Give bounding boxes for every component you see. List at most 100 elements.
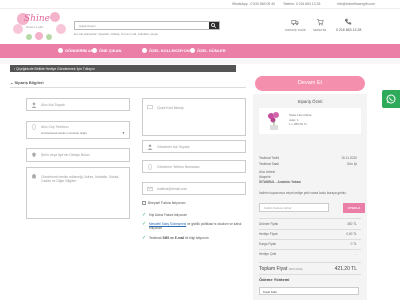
district-placeholder: Şehir veya İlçe'nin Detaylı Bulun — [41, 153, 90, 157]
search-input[interactable]: Çiçek Arayın — [79, 24, 96, 28]
address-placeholder: Gönderimin teslim edileceği, Adres, Maha… — [41, 175, 120, 184]
orchid-product-image — [268, 112, 279, 130]
logo-tagline: flowers & gifts — [26, 25, 44, 29]
product-card: Sitasi Lila Orkide Adet: 1 1 x 280,00 TL — [259, 108, 361, 134]
shipping-price-value: 0 TL — [350, 242, 357, 246]
user-icon — [31, 101, 37, 108]
sender-name-field[interactable]: Gönderen Adı Soyadı — [142, 140, 246, 153]
recipient-name-placeholder: Alıcı Adı Soyadı — [41, 102, 65, 107]
topbar-phone[interactable]: Telefon: 0 216 663 13 28 — [283, 2, 320, 6]
coupon-placeholder: İndirim Kodunu Giriniz — [264, 206, 292, 210]
checkbox[interactable] — [142, 201, 146, 206]
terms-3-prefix: Teslimatı — [149, 236, 163, 240]
search-button[interactable] — [209, 22, 219, 29]
products-price-value: 350 TL — [347, 222, 357, 226]
location-icon — [32, 152, 36, 158]
main-nav: GÖNDERİM ANI ÖNE ÇIKAN ÖZEL KOLLEKSİYON … — [0, 44, 400, 58]
star-icon — [92, 48, 97, 54]
product-name: Sitasi Lila Orkide — [289, 113, 312, 117]
gift-price-label: Hediye Fiyatı — [259, 232, 278, 236]
address-region: İSTANBUL - Anadolu Yakası — [259, 180, 302, 184]
cart-label: SEPETİM — [313, 28, 327, 32]
cart-link[interactable]: SEPETİM — [313, 18, 326, 32]
terms-1-text: Kişi Adına Fatura İstiyorum — [149, 213, 188, 217]
chevron-down-icon: ▼ — [122, 131, 125, 135]
recipient-name-field[interactable]: Alıcı Adı Soyadı — [26, 98, 130, 111]
topbar-whatsapp[interactable]: WhatsApp : 0 530 869 05 40 — [232, 2, 275, 6]
divider — [259, 274, 361, 275]
whatsapp-button[interactable] — [382, 90, 400, 108]
delivery-time-label: Teslimat Saati — [259, 162, 279, 166]
district-field[interactable]: Şehir veya İlçe'nin Detaylı Bulun — [26, 148, 130, 162]
address-textarea[interactable]: Gönderimin teslim edileceği, Adres, Maha… — [26, 167, 130, 219]
envelope-icon — [147, 186, 153, 191]
divider — [259, 229, 361, 230]
nav-item-one-cikan[interactable]: ÖNE ÇIKAN — [92, 48, 122, 54]
nav-item-ozel-koleksiyon[interactable]: ÖZEL KOLLEKSİYON — [142, 48, 190, 54]
payment-method-select[interactable]: Kredi Kartı — [259, 287, 359, 295]
continue-button[interactable]: Devam Et — [255, 76, 365, 91]
topbar-email[interactable]: info@shineflowergift.com — [337, 2, 375, 6]
nav-label: ÖNE ÇIKAN — [99, 48, 122, 53]
order-tracking-link[interactable]: SİPARİŞ TAKİP — [285, 18, 306, 32]
site-logo[interactable]: Shine flowers & gifts — [11, 9, 67, 42]
clock-icon — [58, 48, 63, 54]
total-value: 421.20 TL — [334, 266, 357, 272]
whatsapp-icon — [386, 94, 396, 104]
search-box[interactable]: Çiçek Arayın — [74, 21, 220, 30]
shipping-price-label: Kargo Fiyatı — [259, 242, 277, 246]
delivery-time-value: Gün İçi — [346, 162, 357, 166]
divider — [259, 249, 361, 250]
address-city: Ataşehir — [259, 175, 271, 179]
top-bar: WhatsApp : 0 530 869 05 40 Telefon: 0 21… — [0, 0, 400, 9]
section-title: ⌄ Sipariş Bilgileri — [10, 80, 246, 88]
nav-label: GÖNDERİM ANI — [65, 48, 95, 53]
terms-item-1: ✓ Kişi Adına Fatura İstiyorum — [142, 212, 252, 218]
price-row: Hediye Fiyatı 0,00 TL — [259, 232, 361, 236]
check-icon: ✓ — [142, 212, 147, 218]
invoice-label: Bireysel Fatura İstiyorum — [148, 201, 186, 205]
payment-title: Ödeme Yöntemi — [259, 277, 290, 282]
sender-email-field[interactable]: mailiniz@email.com — [142, 182, 246, 195]
product-price: 1 x 280,00 TL — [289, 122, 308, 126]
check-icon: ✓ — [142, 221, 147, 227]
divider — [259, 218, 361, 219]
gift-icon — [142, 48, 147, 54]
phone-icon — [344, 18, 352, 27]
header-phone[interactable]: 0 216 663 13 28 — [336, 28, 361, 32]
price-row: Hediye Çeki - — [259, 252, 361, 256]
search-hint: En çok arananlar: Çiçekler, Orkide, Kırm… — [74, 32, 158, 36]
total-label: Toplam Fiyat — [259, 266, 288, 272]
search-icon — [211, 23, 216, 28]
gift-price-value: 0,00 TL — [346, 232, 357, 236]
delivery-date-label: Teslimat Tarihi — [259, 156, 280, 160]
order-tracking-label: SİPARİŞ TAKİP — [285, 28, 306, 32]
coupon-input[interactable]: İndirim Kodunu Giriniz — [259, 203, 329, 212]
truck-icon — [291, 20, 299, 26]
user-icon — [147, 143, 153, 150]
terms-item-3: ✓ Teslimatı SMS ve E-mail ile bilgi isti… — [142, 235, 252, 241]
gift-voucher-label: Hediye Çeki — [259, 252, 277, 256]
apply-coupon-button[interactable]: UYGULA — [343, 203, 365, 213]
gift-info-bar[interactable]: ‹ Çiçeğinizde Birlikte Hediye Gönderimek… — [10, 65, 236, 72]
sales-agreement-link[interactable]: Mesafeli Satış Sözleşmesi — [149, 222, 186, 226]
logo-text: Shine — [24, 14, 50, 24]
nav-label: ÖZEL KOLLEKSİYON — [149, 48, 190, 53]
phone-icon — [148, 163, 152, 170]
recipient-phone-field[interactable]: Alıcı Cep Telefonu Gönderilecek telefon … — [26, 121, 130, 139]
phone-note: Gönderilecek telefon numarası doğru — [41, 131, 88, 135]
sender-phone-field[interactable]: Gönderen Telefon Numarası — [142, 160, 246, 173]
products-price-label: Ürünler Fiyatı — [259, 222, 279, 226]
nav-item-ozel-gunler[interactable]: ÖZEL GÜNLER — [190, 48, 226, 54]
order-summary: Sipariş Özeti Sitasi Lila Orkide Adet: 1… — [253, 94, 367, 300]
nav-item-gonderim-ani[interactable]: GÖNDERİM ANI — [58, 48, 95, 54]
section-title-text: Sipariş Bilgileri — [14, 80, 44, 85]
divider — [259, 262, 361, 263]
invoice-checkbox[interactable]: Bireysel Fatura İstiyorum — [142, 201, 186, 206]
summary-title: Sipariş Özeti — [297, 99, 323, 104]
divider — [259, 239, 361, 240]
check-icon: ✓ — [142, 235, 147, 241]
card-message-textarea[interactable]: Çiçek Kart Mesajı — [142, 98, 246, 136]
gift-voucher-value: - — [355, 252, 357, 256]
price-row: Kargo Fiyatı 0 TL — [259, 242, 361, 246]
